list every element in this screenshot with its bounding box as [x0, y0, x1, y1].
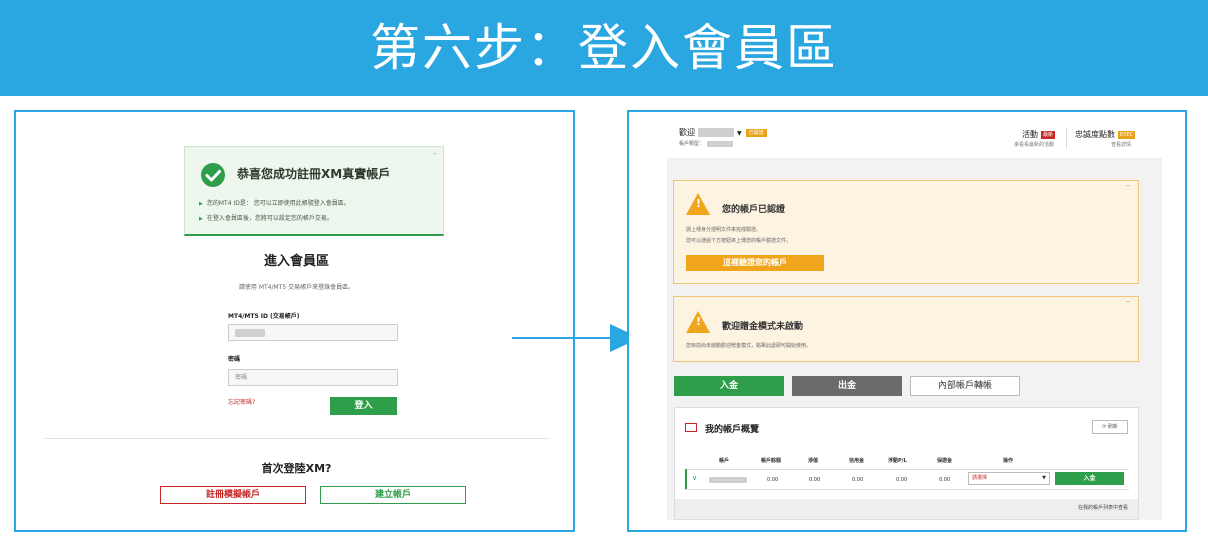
welcome-label: 歡迎 — [679, 128, 695, 137]
refresh-button[interactable]: ⟳ 刷新 — [1092, 420, 1128, 434]
table-divider — [685, 469, 1129, 470]
loyalty-subtext: 查看詳情 — [1111, 142, 1132, 148]
table-divider — [685, 489, 1129, 490]
caret-down-icon: ▼ — [1042, 475, 1046, 481]
column-header: 帳戶 — [719, 458, 730, 464]
chevron-down-icon[interactable]: ∨ — [692, 474, 697, 482]
bonus-alert: ! 歡迎贈金模式未啟動 您目前尚未啟動歡迎贈金模式，點擊此處即可開始使用。 – — [673, 296, 1139, 362]
equity-cell: 0.00 — [809, 477, 821, 483]
activity-label: 活動 — [1022, 130, 1038, 139]
login-page-screenshot: 恭喜您成功註冊XM真實帳戶 您的MT4 ID是： 您可以立即使用此帳號登入會員區… — [14, 110, 575, 532]
activity-subtext: 來看看最新的活動 — [1014, 142, 1055, 148]
id-label: MT4/MT5 ID (交易帳戶) — [228, 313, 300, 320]
view-accounts-link[interactable]: 在我的帳戶列表中查看 — [1078, 504, 1128, 511]
withdraw-button[interactable]: 出金 — [792, 376, 902, 396]
action-select[interactable]: 請選擇 ▼ — [968, 472, 1050, 485]
loyalty-badge: EXEC — [1118, 130, 1136, 139]
internal-transfer-button[interactable]: 內部帳戶轉帳 — [910, 376, 1020, 396]
verify-account-button[interactable]: 這裡驗證您的帳戶 — [686, 255, 824, 271]
user-name-blurred — [698, 128, 734, 137]
login-subtitle: 請使用 MT4/MT5 交易帳戶來登錄會員區。 — [238, 284, 355, 291]
login-title: 進入會員區 — [263, 254, 329, 269]
row-deposit-button[interactable]: 入金 — [1055, 472, 1124, 485]
password-input[interactable]: 密碼 — [228, 369, 398, 386]
account-id-blurred — [707, 140, 734, 147]
chevron-down-icon[interactable]: ▼ — [737, 130, 742, 137]
minimize-button[interactable]: – — [1126, 297, 1130, 306]
account-number-blurred — [709, 477, 747, 484]
welcome-text: 歡迎 ▼ 已驗證 — [679, 127, 767, 138]
alert-title: 您的帳戶已認證 — [722, 205, 786, 215]
column-header: 信用金 — [849, 458, 865, 464]
alert-line: 您可以通過下方按鈕來上傳您的帳戶驗證文件。 — [686, 238, 792, 244]
overview-footer — [675, 499, 1138, 519]
margin-cell: 0.00 — [939, 477, 951, 483]
header-banner: 第六步：登入會員區 — [0, 0, 1208, 96]
id-input[interactable] — [228, 324, 398, 341]
loyalty-points-link[interactable]: 忠誠度點數 EXEC — [1075, 129, 1136, 140]
success-line: 您的MT4 ID是： 您可以立即使用此帳號登入會員區。 — [199, 198, 350, 207]
credit-cell: 0.00 — [852, 477, 864, 483]
account-type-line: 帳戶類型： — [679, 140, 734, 147]
verification-alert: ! 您的帳戶已認證 請上傳身分證明文件來完成驗證。 您可以通過下方按鈕來上傳您的… — [673, 180, 1139, 284]
demo-account-button[interactable]: 註冊模擬帳戶 — [160, 486, 306, 504]
login-button[interactable]: 登入 — [330, 397, 397, 415]
arrow-right-icon — [512, 324, 640, 352]
chart-icon — [685, 423, 697, 432]
alert-title: 歡迎贈金模式未啟動 — [722, 322, 804, 332]
check-circle-icon — [201, 163, 225, 187]
account-overview: 我的帳戶概覽 ⟳ 刷新 帳戶 帳戶餘額 淨值 信用金 浮動P/L 保證金 操作 … — [674, 407, 1139, 520]
warning-icon: ! — [686, 193, 710, 215]
action-select-value: 請選擇 — [972, 475, 988, 481]
success-title: 恭喜您成功註冊XM真實帳戶 — [237, 167, 391, 181]
minimize-button[interactable]: – — [1126, 181, 1130, 190]
first-login-heading: 首次登陸XM? — [261, 462, 332, 475]
minimize-button[interactable]: – — [433, 149, 437, 158]
warning-icon: ! — [686, 311, 710, 333]
banner-title: 第六步：登入會員區 — [370, 19, 838, 77]
row-indicator — [685, 469, 687, 489]
column-header: 保證金 — [937, 458, 953, 464]
member-area-screenshot: 歡迎 ▼ 已驗證 帳戶類型： 活動 最新 來看看最新的活動 忠誠度點數 EXEC 查看詳… — [627, 110, 1187, 532]
alert-line: 您目前尚未啟動歡迎贈金模式，點擊此處即可開始使用。 — [686, 343, 812, 349]
password-label: 密碼 — [228, 356, 241, 363]
floating-pl-cell: 0.00 — [896, 477, 908, 483]
verified-badge: 已驗證 — [745, 128, 767, 137]
column-header: 淨值 — [808, 458, 819, 464]
alert-line: 請上傳身分證明文件來完成驗證。 — [686, 227, 762, 233]
column-header: 操作 — [1003, 458, 1014, 464]
column-header: 帳戶餘額 — [761, 458, 782, 464]
activity-badge: 最新 — [1041, 130, 1056, 139]
divider — [44, 438, 549, 439]
account-type-label: 帳戶類型： — [679, 141, 705, 147]
balance-cell: 0.00 — [767, 477, 779, 483]
success-line: 在登入會員區後，您將可以設定您的帳戶交易。 — [199, 213, 333, 222]
deposit-button[interactable]: 入金 — [674, 376, 784, 396]
forgot-password-link[interactable]: 忘記密碼? — [228, 397, 255, 406]
divider — [1066, 127, 1067, 149]
column-header: 浮動P/L — [888, 458, 907, 464]
loyalty-label: 忠誠度點數 — [1075, 130, 1115, 139]
activity-link[interactable]: 活動 最新 — [1022, 129, 1056, 140]
create-account-button[interactable]: 建立帳戶 — [320, 486, 466, 504]
overview-title: 我的帳戶概覽 — [705, 425, 760, 435]
success-notice: 恭喜您成功註冊XM真實帳戶 您的MT4 ID是： 您可以立即使用此帳號登入會員區… — [184, 146, 444, 236]
